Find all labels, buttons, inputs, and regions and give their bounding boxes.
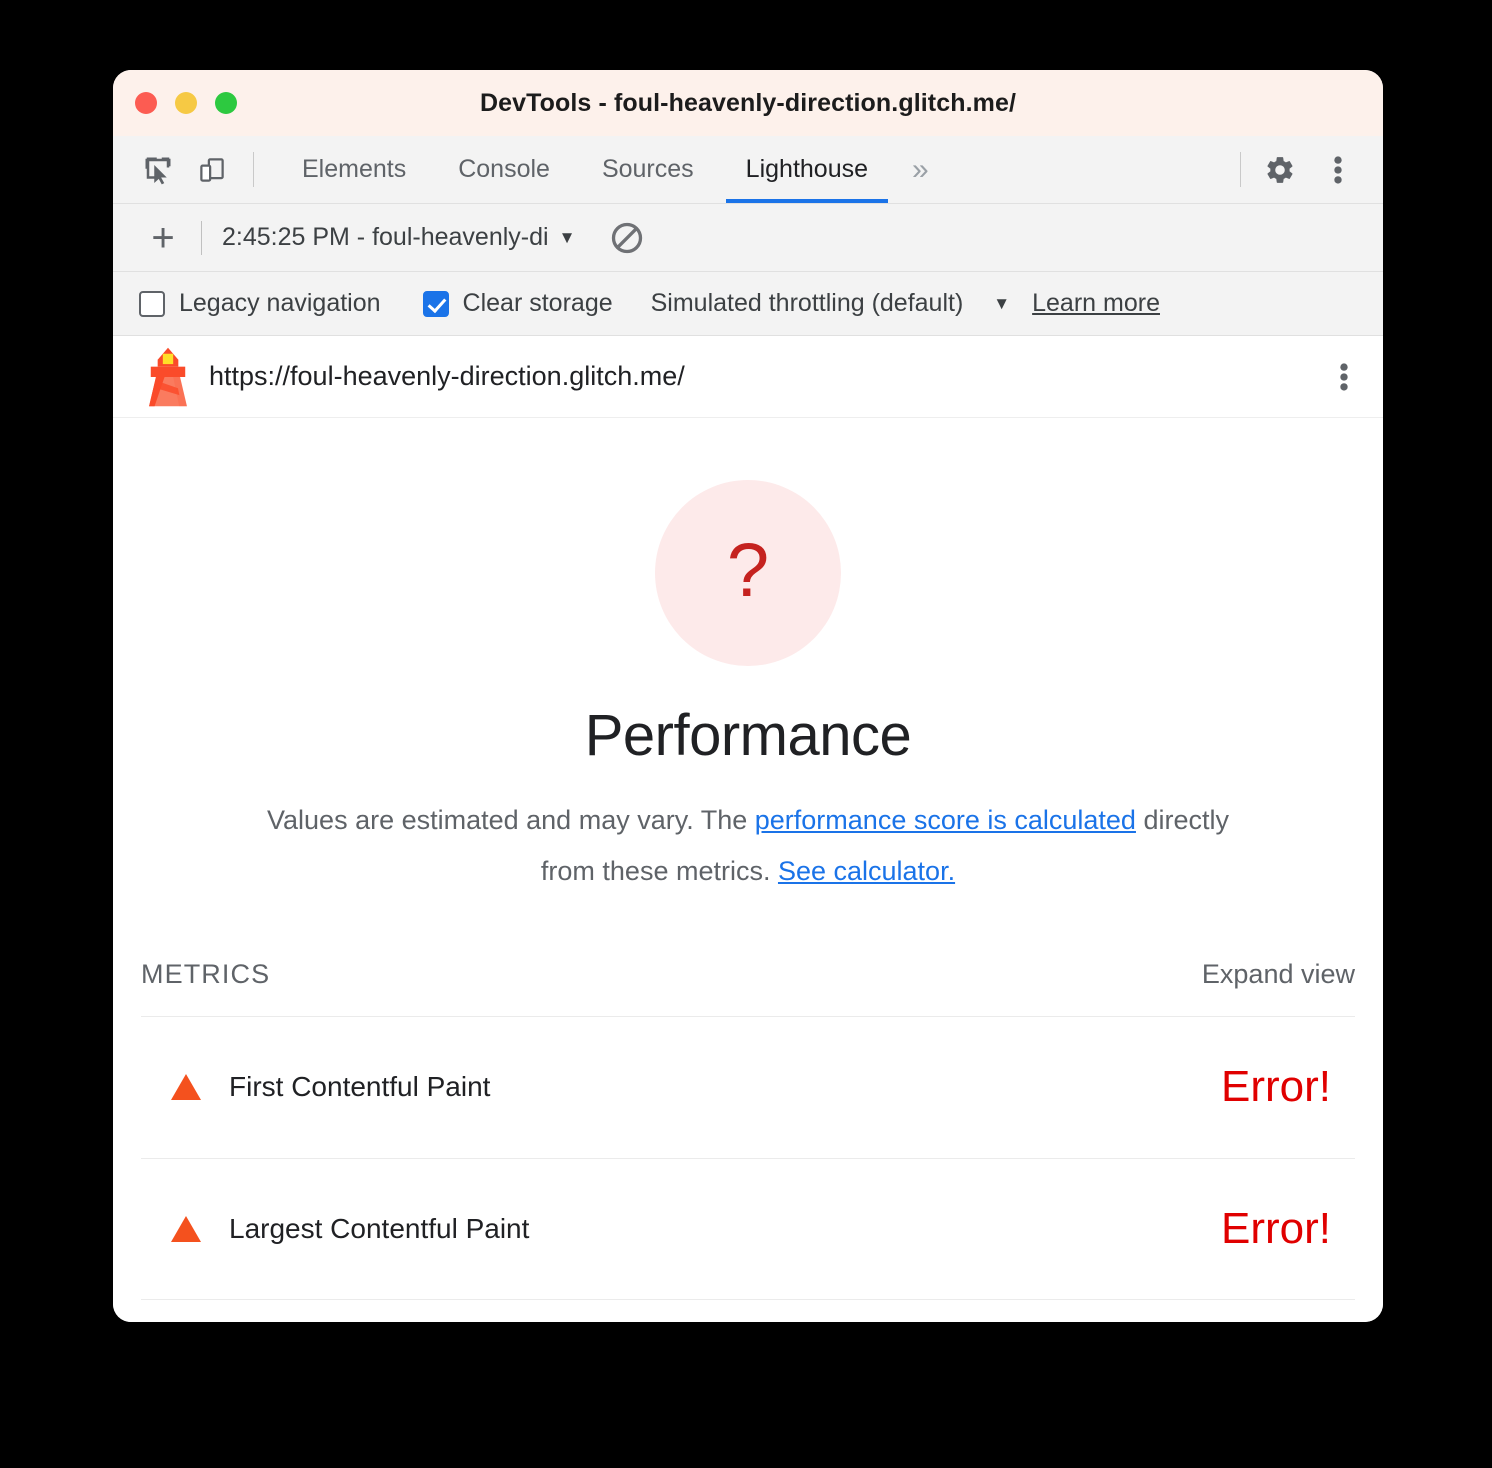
panel-tabs: Elements Console Sources Lighthouse » (276, 136, 947, 203)
inspect-element-icon (145, 157, 171, 184)
category-title: Performance (584, 703, 912, 768)
learn-more-link[interactable]: Learn more (1032, 289, 1160, 318)
clear-storage-label: Clear storage (462, 289, 613, 317)
window-titlebar: DevTools - foul-heavenly-direction.glitc… (113, 70, 1383, 136)
performance-score-link[interactable]: performance score is calculated (755, 805, 1136, 835)
device-toolbar-button[interactable] (185, 136, 239, 203)
clear-storage-checkbox[interactable] (422, 290, 449, 317)
chevron-down-icon: ▼ (993, 293, 1011, 313)
tab-sources-label: Sources (601, 155, 694, 183)
metric-name: Largest Contentful Paint (229, 1212, 530, 1244)
see-calculator-link[interactable]: See calculator. (778, 856, 955, 886)
screenshot-root: DevTools - foul-heavenly-direction.glitc… (0, 0, 1492, 1468)
tab-console[interactable]: Console (432, 136, 576, 203)
tab-elements-label: Elements (302, 155, 407, 183)
metrics-section-title: METRICS (141, 958, 271, 989)
report-selector-label: 2:45:25 PM - foul-heavenly-di (222, 223, 549, 251)
legacy-navigation-option[interactable]: Legacy navigation (139, 289, 381, 318)
clear-all-icon (612, 222, 643, 253)
devtools-tabbar: Elements Console Sources Lighthouse » (113, 136, 1383, 204)
tab-lighthouse[interactable]: Lighthouse (720, 136, 894, 203)
throttling-selector[interactable]: Simulated throttling (default) ▼ (651, 289, 1011, 318)
kebab-menu-icon (1334, 155, 1342, 184)
legacy-navigation-checkbox[interactable] (139, 290, 165, 317)
metric-name: First Contentful Paint (229, 1071, 491, 1102)
close-window-button[interactable] (135, 92, 157, 114)
report-options-button[interactable] (1331, 360, 1357, 394)
lighthouse-report-body: ? Performance Values are estimated and m… (113, 418, 1383, 1322)
chevron-down-icon: ▼ (558, 227, 576, 247)
minimize-window-button[interactable] (175, 92, 197, 114)
expand-view-label: Expand view (1201, 958, 1355, 989)
traffic-lights (135, 92, 237, 114)
chevron-double-right-icon: » (912, 152, 929, 186)
report-selector[interactable]: 2:45:25 PM - foul-heavenly-di ▼ (222, 223, 575, 252)
report-url-header: https://foul-heavenly-direction.glitch.m… (113, 336, 1383, 418)
error-triangle-icon (171, 1215, 201, 1242)
performance-score-gauge[interactable]: ? (655, 480, 841, 666)
metric-value: Error! (1221, 1062, 1331, 1111)
device-toolbar-icon (200, 157, 224, 182)
clear-storage-option[interactable]: Clear storage (422, 289, 613, 318)
tab-elements[interactable]: Elements (276, 136, 432, 203)
error-triangle-icon (171, 1074, 201, 1100)
score-value: ? (726, 528, 770, 613)
window-title: DevTools - foul-heavenly-direction.glitc… (479, 88, 1017, 117)
gear-icon (1267, 156, 1293, 183)
report-url: https://foul-heavenly-direction.glitch.m… (209, 361, 685, 391)
metric-value: Error! (1221, 1203, 1331, 1253)
description-text-part1: Values are estimated and may vary. The (267, 805, 755, 835)
category-description: Values are estimated and may vary. The p… (113, 795, 1383, 897)
new-audit-button[interactable]: + (139, 218, 187, 258)
legacy-navigation-label: Legacy navigation (179, 289, 381, 317)
throttling-label: Simulated throttling (default) (650, 289, 964, 317)
tab-sources[interactable]: Sources (576, 136, 720, 203)
settings-button[interactable] (1251, 136, 1309, 203)
expand-view-toggle[interactable]: Expand view (1202, 959, 1355, 990)
metrics-header: METRICS Expand view (113, 959, 1383, 990)
table-row[interactable]: First Contentful Paint Error! (141, 1015, 1355, 1158)
score-gauge-container: ? (113, 418, 1383, 666)
toolbar-divider (253, 152, 254, 187)
metrics-list: First Contentful Paint Error! Largest Co… (113, 1015, 1383, 1300)
main-menu-button[interactable] (1309, 136, 1367, 203)
devtools-window: DevTools - foul-heavenly-direction.glitc… (113, 70, 1383, 1322)
table-row[interactable]: Largest Contentful Paint Error! (141, 1157, 1355, 1300)
tab-console-label: Console (458, 155, 550, 183)
lighthouse-toolbar: + 2:45:25 PM - foul-heavenly-di ▼ (113, 204, 1383, 272)
more-tabs-button[interactable]: » (894, 136, 947, 203)
tabbar-divider (1240, 152, 1241, 187)
clear-reports-button[interactable] (609, 220, 645, 256)
maximize-window-button[interactable] (215, 92, 237, 114)
plus-icon: + (151, 215, 175, 260)
inspect-element-button[interactable] (131, 136, 185, 203)
tabbar-actions (1230, 136, 1383, 203)
kebab-menu-icon (1340, 362, 1348, 391)
lh-toolbar-divider (201, 220, 202, 255)
lighthouse-options-row: Legacy navigation Clear storage Simulate… (113, 272, 1383, 336)
lighthouse-icon (149, 347, 187, 406)
tab-lighthouse-label: Lighthouse (745, 155, 868, 183)
